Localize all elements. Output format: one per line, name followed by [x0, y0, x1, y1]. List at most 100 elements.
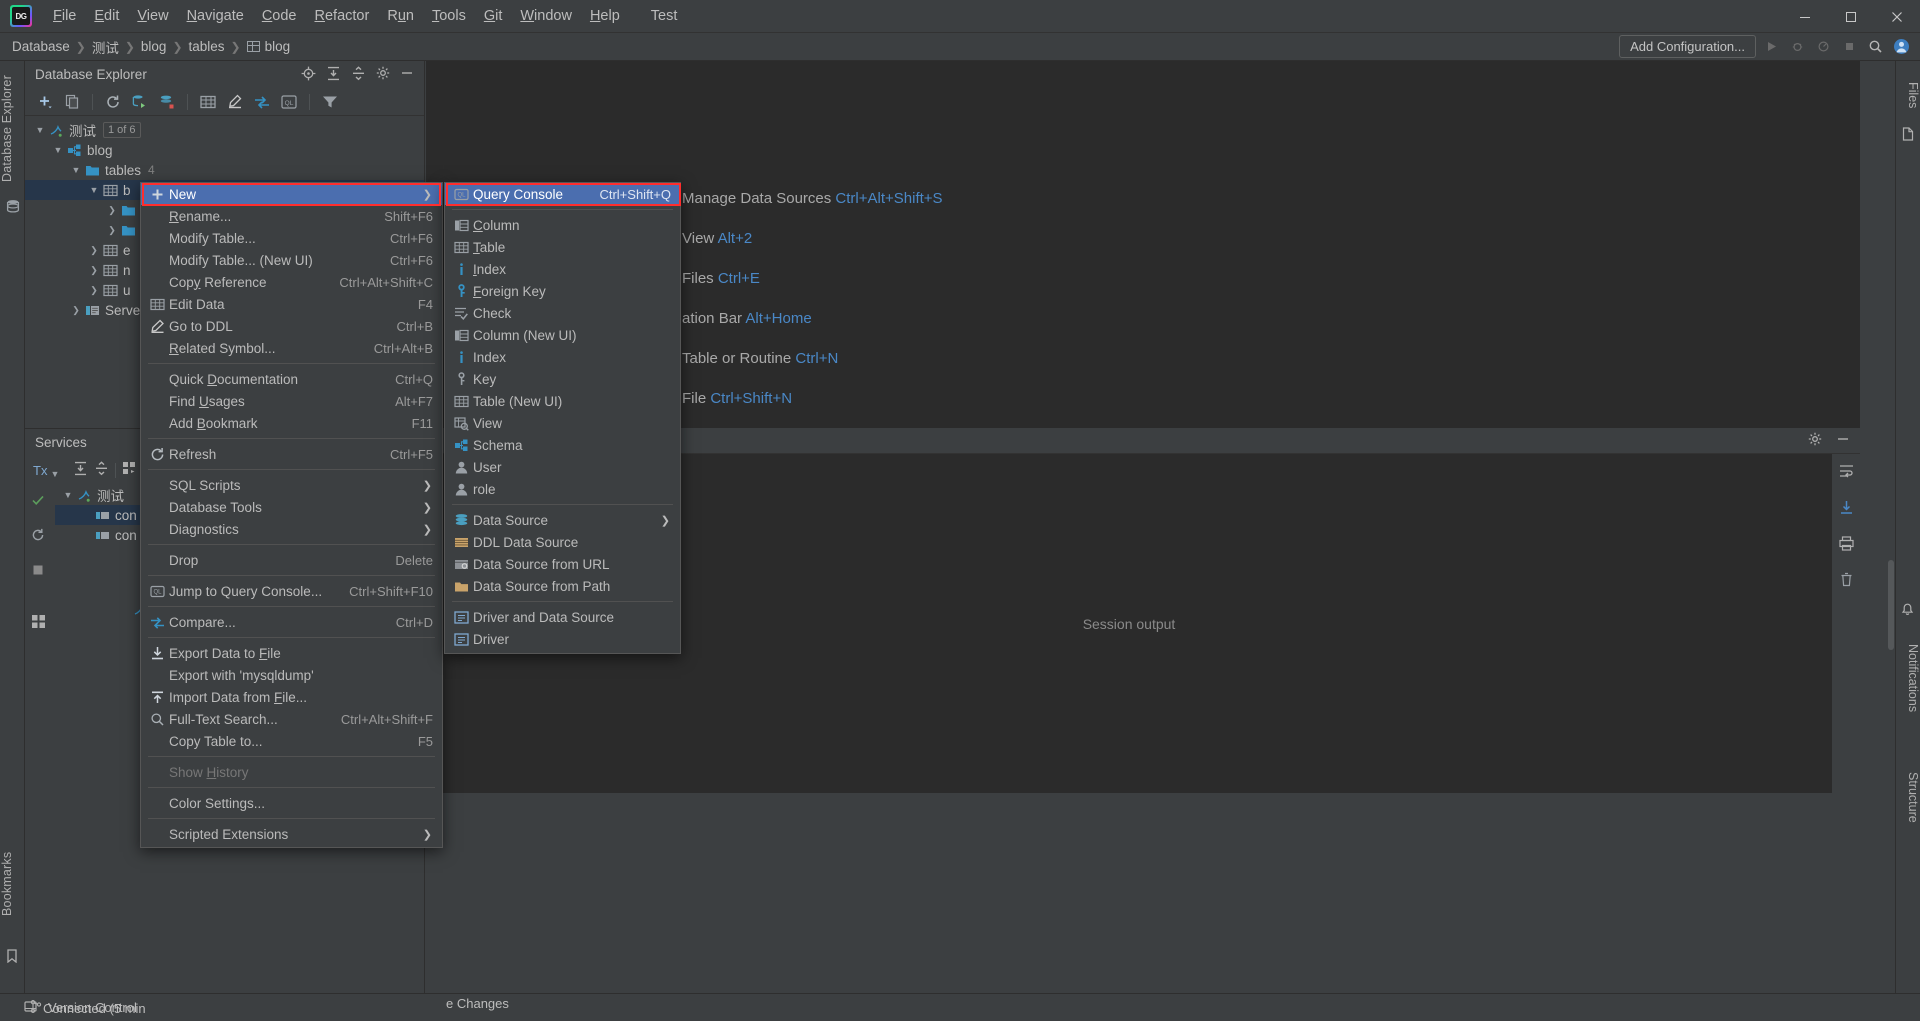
context-menu-item-import-data-from-file[interactable]: Import Data from File... [141, 686, 442, 708]
profile-icon[interactable] [1812, 36, 1834, 58]
chevron-right-icon[interactable]: ❯ [105, 205, 119, 216]
settings-icon[interactable] [376, 66, 390, 83]
submenu-item-table-new-ui[interactable]: Table (New UI) [445, 390, 680, 412]
query-console-icon[interactable]: QL [277, 91, 301, 113]
submenu-item-data-source-from-url[interactable]: Data Source from URL [445, 553, 680, 575]
context-menu-item-compare[interactable]: Compare... Ctrl+D [141, 611, 442, 633]
context-menu-item-copy-table-to[interactable]: Copy Table to... F5 [141, 730, 442, 752]
submenu-item-data-source-from-path[interactable]: Data Source from Path [445, 575, 680, 597]
submenu-item-role[interactable]: role [445, 478, 680, 500]
breadcrumb-item-0[interactable]: Database [12, 39, 70, 54]
search-icon[interactable] [1864, 36, 1886, 58]
sidebar-tab-files[interactable]: Files [1895, 67, 1920, 123]
filter-icon[interactable] [318, 91, 342, 113]
context-menu-item-diagnostics[interactable]: Diagnostics ❯ [141, 518, 442, 540]
menu-refactor[interactable]: Refactor [306, 4, 379, 28]
services-stop-icon[interactable] [31, 563, 45, 580]
locate-icon[interactable] [301, 66, 316, 84]
context-menu-item-full-text-search[interactable]: Full-Text Search... Ctrl+Alt+Shift+F [141, 708, 442, 730]
context-menu-item-related-symbol[interactable]: Related Symbol... Ctrl+Alt+B [141, 337, 442, 359]
trash-icon[interactable] [1839, 572, 1854, 590]
context-menu-item-copy-reference[interactable]: Copy Reference Ctrl+Alt+Shift+C [141, 271, 442, 293]
sidebar-tab-structure[interactable]: Structure [1895, 751, 1920, 843]
submenu-item-index[interactable]: Index [445, 258, 680, 280]
submenu-item-column[interactable]: Column [445, 214, 680, 236]
breadcrumb-item-1[interactable]: 测试 [92, 37, 119, 57]
hide-panel-icon[interactable] [400, 66, 414, 83]
menu-edit[interactable]: Edit [85, 4, 128, 28]
debug-icon[interactable] [1786, 36, 1808, 58]
submenu-item-ddl-data-source[interactable]: DDL Data Source [445, 531, 680, 553]
refresh-icon[interactable] [101, 91, 125, 113]
menu-run[interactable]: Run [378, 4, 423, 28]
sync-icon[interactable] [155, 91, 179, 113]
menu-view[interactable]: View [128, 4, 177, 28]
chevron-down-icon[interactable]: ▼ [51, 145, 65, 155]
services-rollback-icon[interactable] [31, 528, 45, 545]
output-hide-icon[interactable] [1836, 432, 1850, 449]
stop-icon[interactable] [1838, 36, 1860, 58]
breadcrumb[interactable]: Database ❯ 测试 ❯ blog ❯ tables ❯ blog [12, 37, 290, 57]
menu-navigate[interactable]: Navigate [178, 4, 253, 28]
services-check-icon[interactable] [31, 493, 45, 510]
sidebar-tab-bookmarks[interactable]: Bookmarks [0, 835, 25, 933]
submenu-item-query-console[interactable]: QL Query Console Ctrl+Shift+Q [445, 183, 680, 205]
context-menu-item-scripted-extensions[interactable]: Scripted Extensions ❯ [141, 823, 442, 845]
files-stripe-icon[interactable] [1902, 127, 1914, 144]
breadcrumb-item-4[interactable]: blog [246, 39, 290, 54]
menu-tools[interactable]: Tools [423, 4, 475, 28]
menu-git[interactable]: Git [475, 4, 512, 28]
tree-node[interactable]: ▼ blog [25, 140, 424, 160]
submenu-item-driver[interactable]: Driver [445, 628, 680, 650]
run-icon[interactable] [1760, 36, 1782, 58]
tx-dropdown-icon[interactable]: ▼ [50, 469, 59, 479]
tree-node[interactable]: ▼ 测试 1 of 6 [25, 120, 424, 140]
submenu-item-column-new-ui[interactable]: Column (New UI) [445, 324, 680, 346]
context-menu-item-new[interactable]: New ❯ [141, 183, 442, 205]
chevron-down-icon[interactable]: ▼ [33, 125, 47, 135]
table-icon[interactable] [196, 91, 220, 113]
submenu-item-data-source[interactable]: Data Source ❯ [445, 509, 680, 531]
soft-wrap-icon[interactable] [1839, 464, 1854, 482]
bookmark-stripe-icon[interactable] [6, 949, 20, 964]
copy-icon[interactable] [60, 91, 84, 113]
chevron-right-icon[interactable]: ❯ [87, 285, 101, 296]
menu-code[interactable]: Code [253, 4, 306, 28]
services-expand-all-icon[interactable] [73, 461, 88, 479]
menu-file[interactable]: File [44, 4, 85, 28]
context-menu-item-export-data-to-file[interactable]: Export Data to File [141, 642, 442, 664]
context-menu-item-find-usages[interactable]: Find Usages Alt+F7 [141, 390, 442, 412]
submenu-item-user[interactable]: User [445, 456, 680, 478]
context-menu-item-refresh[interactable]: Refresh Ctrl+F5 [141, 443, 442, 465]
add-configuration-button[interactable]: Add Configuration... [1619, 35, 1756, 58]
context-menu-item-drop[interactable]: Drop Delete [141, 549, 442, 571]
chevron-down-icon[interactable]: ▼ [69, 165, 83, 175]
menu-window[interactable]: Window [511, 4, 581, 28]
breadcrumb-item-2[interactable]: blog [141, 39, 167, 54]
services-layout-icon[interactable] [31, 614, 46, 632]
chevron-down-icon[interactable]: ▼ [61, 490, 75, 500]
chevron-right-icon[interactable]: ❯ [87, 265, 101, 276]
connected-status[interactable]: Connected (5 min [24, 1000, 146, 1016]
context-menu-item-modify-table[interactable]: Modify Table... Ctrl+F6 [141, 227, 442, 249]
services-collapse-all-icon[interactable] [94, 461, 109, 479]
compare-icon[interactable] [250, 91, 274, 113]
submenu-item-driver-and-data-source[interactable]: Driver and Data Source [445, 606, 680, 628]
context-menu-item-export-with-mysqldump[interactable]: Export with 'mysqldump' [141, 664, 442, 686]
submenu-item-schema[interactable]: Schema [445, 434, 680, 456]
context-menu-item-modify-table-new-ui[interactable]: Modify Table... (New UI) Ctrl+F6 [141, 249, 442, 271]
context-menu[interactable]: New ❯ Rename... Shift+F6 Modify Table... Ctrl… [140, 182, 443, 848]
chevron-down-icon[interactable]: ▼ [87, 185, 101, 195]
submenu-item-index[interactable]: Index [445, 346, 680, 368]
submenu-item-foreign-key[interactable]: Foreign Key [445, 280, 680, 302]
tree-node[interactable]: ▼ tables 4 [25, 160, 424, 180]
sidebar-tab-database-explorer[interactable]: Database Explorer [0, 69, 25, 189]
context-menu-item-edit-data[interactable]: Edit Data F4 [141, 293, 442, 315]
notifications-bell-icon[interactable] [1901, 603, 1914, 619]
new-submenu[interactable]: QL Query Console Ctrl+Shift+Q Column Table In… [444, 182, 681, 654]
maximize-button[interactable] [1828, 0, 1874, 33]
chevron-right-icon[interactable]: ❯ [87, 245, 101, 256]
sidebar-tab-notifications[interactable]: Notifications [1895, 621, 1920, 736]
scroll-to-end-icon[interactable] [1839, 500, 1854, 518]
edit-icon[interactable] [223, 91, 247, 113]
